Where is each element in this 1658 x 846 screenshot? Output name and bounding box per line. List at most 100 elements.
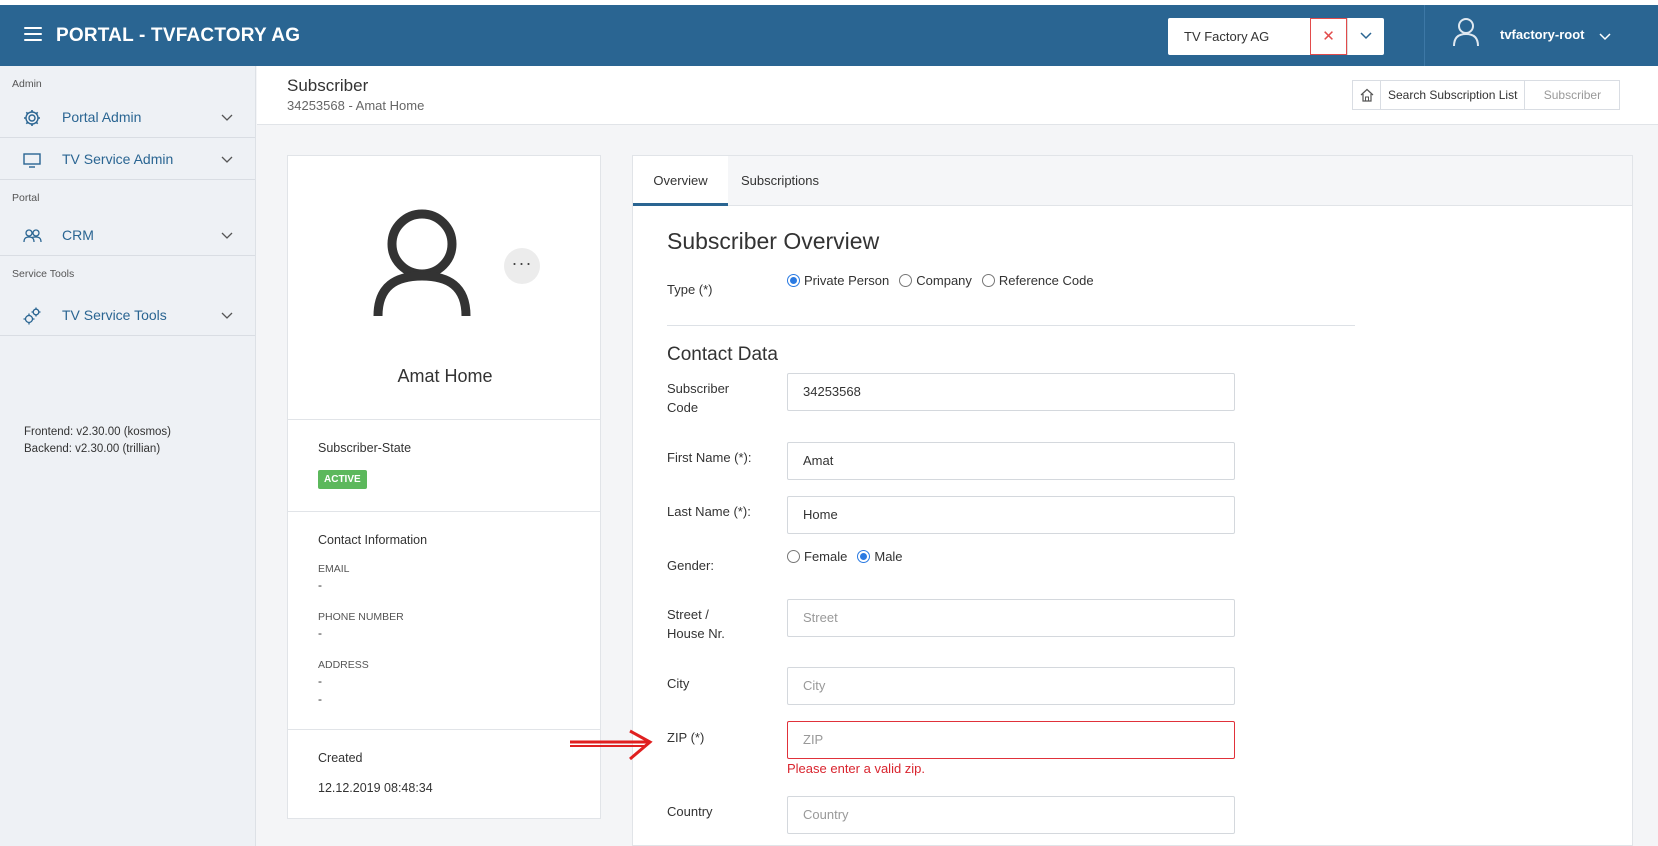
tab-subscriptions[interactable]: Subscriptions xyxy=(728,156,832,206)
radio-label: Private Person xyxy=(804,273,890,288)
red-arrow-icon xyxy=(570,729,653,761)
sidebar: Admin Portal Admin TV Service Admin Port… xyxy=(0,66,256,846)
subscriber-state-section: Subscriber-State ACTIVE xyxy=(288,419,600,511)
last-name-label: Last Name (*): xyxy=(667,504,751,519)
version-info: Frontend: v2.30.00 (kosmos) Backend: v2.… xyxy=(24,424,171,458)
created-section: Created 12.12.2019 08:48:34 xyxy=(288,729,600,818)
page-title: Subscriber xyxy=(287,76,369,95)
street-label: Street / House Nr. xyxy=(667,607,725,641)
address-line1: - xyxy=(318,674,322,688)
users-icon xyxy=(23,229,42,243)
sidebar-item-label: Portal Admin xyxy=(62,109,142,125)
city-label: City xyxy=(667,676,690,691)
sidebar-item-label: TV Service Admin xyxy=(62,151,174,167)
type-label: Type (*) xyxy=(667,282,713,297)
radio-dot xyxy=(857,550,871,563)
email-value: - xyxy=(318,578,322,592)
created-label: Created xyxy=(318,751,363,765)
avatar-icon xyxy=(373,209,471,317)
frontend-version: Frontend: v2.30.00 (kosmos) xyxy=(24,426,172,438)
breadcrumb: Search Subscription List Subscriber xyxy=(1352,80,1621,110)
sidebar-item-tv-service-tools[interactable]: TV Service Tools xyxy=(0,294,255,336)
type-reference-code-radio[interactable]: Reference Code xyxy=(981,273,1094,288)
first-name-label: First Name (*): xyxy=(667,450,752,465)
topbar-divider xyxy=(1424,5,1425,66)
chevron-down-icon xyxy=(221,156,233,163)
last-name-field[interactable]: Home xyxy=(787,496,1235,534)
chevron-down-icon xyxy=(221,312,233,319)
monitor-icon xyxy=(23,153,41,168)
breadcrumb-home[interactable] xyxy=(1353,81,1381,109)
zip-label: ZIP (*) xyxy=(667,730,705,745)
page-header: Subscriber 34253568 - Amat Home Search S… xyxy=(257,66,1658,125)
gear-icon xyxy=(24,110,40,126)
radio-label: Female xyxy=(804,549,848,564)
radio-dot xyxy=(899,274,913,287)
subscriber-profile-card: ··· Amat Home Subscriber-State ACTIVE Co… xyxy=(287,155,601,819)
tenant-dropdown-button[interactable] xyxy=(1347,18,1384,55)
zip-error-message: Please enter a valid zip. xyxy=(787,761,926,776)
radio-dot xyxy=(787,550,800,563)
type-private-person-radio[interactable]: Private Person xyxy=(787,273,889,288)
contact-information-section: Contact Information EMAIL - PHONE NUMBER… xyxy=(288,511,600,729)
radio-dot xyxy=(981,274,995,287)
zip-field[interactable]: ZIP xyxy=(787,721,1235,759)
breadcrumb-search-subscription-list[interactable]: Search Subscription List xyxy=(1381,81,1526,109)
phone-value: - xyxy=(318,626,322,640)
app-brand: PORTAL - TVFACTORY AG xyxy=(56,25,301,46)
more-options-button[interactable]: ··· xyxy=(504,248,540,284)
tenant-select[interactable]: TV Factory AG ✕ xyxy=(1168,18,1384,55)
subscriber-state-label: Subscriber-State xyxy=(318,441,412,455)
type-company-radio[interactable]: Company xyxy=(899,273,972,288)
subscriber-overview-heading: Subscriber Overview xyxy=(667,228,880,254)
street-field[interactable]: Street xyxy=(787,599,1235,637)
radio-label: Company xyxy=(916,273,972,288)
country-label: Country xyxy=(667,804,713,819)
sidebar-item-portal-admin[interactable]: Portal Admin xyxy=(0,96,255,138)
contact-information-title: Contact Information xyxy=(318,533,428,547)
chevron-down-icon xyxy=(221,114,233,121)
sidebar-item-tv-service-admin[interactable]: TV Service Admin xyxy=(0,138,255,180)
gender-female-radio[interactable]: Female xyxy=(787,549,847,564)
radio-dot xyxy=(787,274,800,287)
gender-radio-group: Female Male xyxy=(787,549,913,564)
section-divider xyxy=(667,325,1355,326)
breadcrumb-subscriber: Subscriber xyxy=(1543,88,1602,102)
chevron-down-icon xyxy=(221,232,233,239)
sidebar-section-service-tools: Service Tools xyxy=(12,268,75,280)
address-line2: - xyxy=(318,692,322,706)
home-icon xyxy=(1360,88,1373,102)
sidebar-section-admin: Admin xyxy=(12,78,42,90)
tab-overview[interactable]: Overview xyxy=(633,156,728,206)
radio-label: Male xyxy=(874,549,903,564)
tab-bar: Overview Subscriptions xyxy=(633,156,1632,206)
city-field[interactable]: City xyxy=(787,667,1235,705)
gender-male-radio[interactable]: Male xyxy=(857,549,903,564)
cogs-icon xyxy=(23,307,41,325)
page-subtitle: 34253568 - Amat Home xyxy=(287,98,425,113)
sidebar-item-label: TV Service Tools xyxy=(62,307,167,323)
tenant-select-value: TV Factory AG xyxy=(1184,29,1270,44)
sidebar-section-portal: Portal xyxy=(12,192,40,204)
chevron-down-icon[interactable] xyxy=(1599,33,1611,41)
menu-toggle-icon[interactable] xyxy=(24,27,42,41)
phone-label: PHONE NUMBER xyxy=(318,611,404,623)
chevron-down-icon xyxy=(1360,32,1372,40)
subscriber-name: Amat Home xyxy=(397,366,493,386)
subscriber-code-field[interactable]: 34253568 xyxy=(787,373,1235,411)
subscriber-code-label: Subscriber Code xyxy=(667,381,730,415)
backend-version: Backend: v2.30.00 (trillian) xyxy=(24,443,161,455)
radio-label: Reference Code xyxy=(998,273,1094,288)
top-navbar: PORTAL - TVFACTORY AG TV Factory AG ✕ tv… xyxy=(0,0,1658,66)
country-field[interactable]: Country xyxy=(787,796,1235,834)
sidebar-item-crm[interactable]: CRM xyxy=(0,214,255,256)
user-menu-name[interactable]: tvfactory-root xyxy=(1500,27,1585,42)
contact-data-heading: Contact Data xyxy=(667,344,778,365)
tenant-clear-button[interactable]: ✕ xyxy=(1310,18,1347,55)
sidebar-item-label: CRM xyxy=(62,227,94,243)
status-badge: ACTIVE xyxy=(318,470,367,489)
first-name-field[interactable]: Amat xyxy=(787,442,1235,480)
created-value: 12.12.2019 08:48:34 xyxy=(318,781,433,795)
address-label: ADDRESS xyxy=(318,659,369,671)
user-icon[interactable] xyxy=(1452,17,1480,47)
